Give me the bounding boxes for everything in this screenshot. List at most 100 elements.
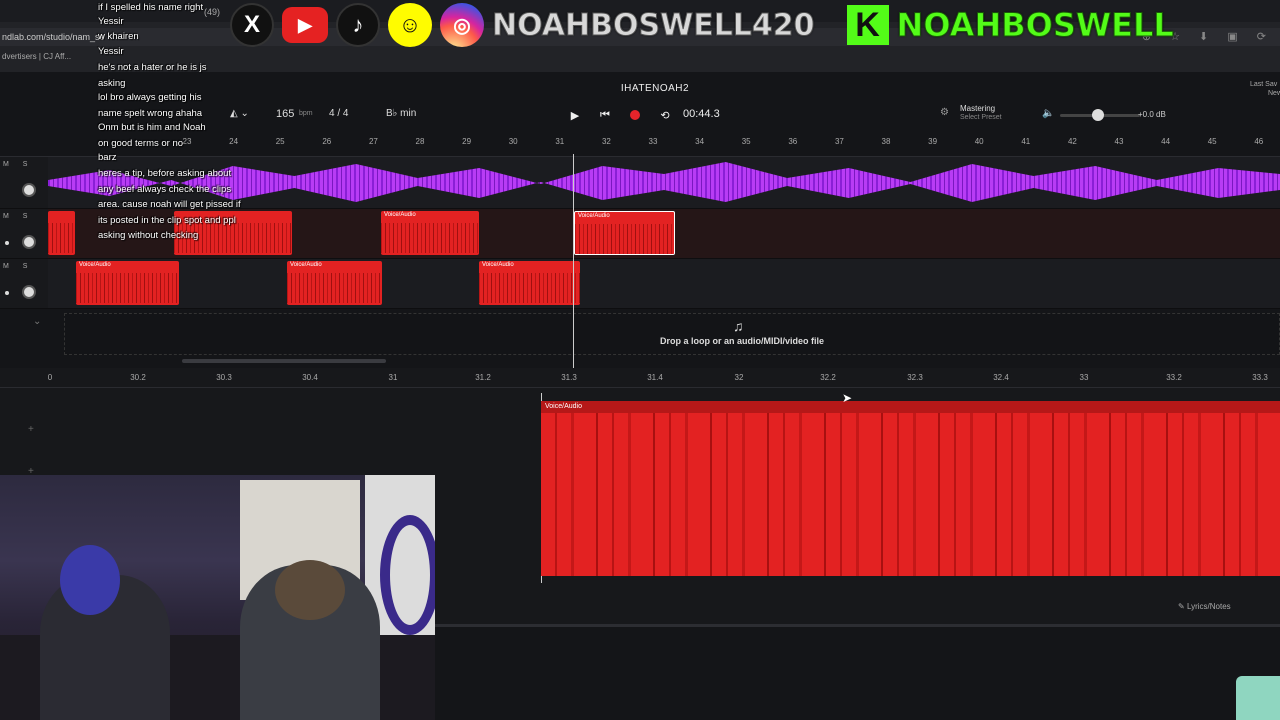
ruler-tick: 26 <box>322 137 332 146</box>
chat-text: Onm but is him and Noah on good terms or… <box>98 122 206 149</box>
person-left-hair <box>60 545 120 615</box>
record-button[interactable] <box>625 105 645 125</box>
mute-solo-buttons[interactable]: M S <box>3 263 33 270</box>
webcam-feed <box>0 475 435 720</box>
bpm-value[interactable]: 165 <box>276 108 294 120</box>
ruler-tick: 34 <box>695 137 705 146</box>
rewind-button[interactable]: ⏮ <box>595 105 615 125</box>
ruler-tick: 40 <box>974 137 984 146</box>
audio-clip[interactable]: Voice/Audio <box>287 261 382 305</box>
chat-text: heres a tip, before asking about any bee… <box>98 168 241 241</box>
tiktok-icon: ♪ <box>336 3 380 47</box>
editor-ruler-tick: 30.4 <box>302 373 318 382</box>
editor-ruler-tick: 0 <box>47 373 53 382</box>
mastering-label: Mastering <box>960 104 996 113</box>
editor-ruler-tick: 32.3 <box>907 373 923 382</box>
ruler-tick: 31 <box>555 137 565 146</box>
chat-text: Yessir <box>98 16 124 27</box>
project-title[interactable]: IHATENOAH2 <box>600 83 710 94</box>
ruler-tick: 25 <box>275 137 285 146</box>
snapchat-icon: ☺ <box>388 3 432 47</box>
track-3-header: M S <box>0 259 48 308</box>
editor-audio-clip[interactable]: Voice/Audio <box>541 401 1280 576</box>
ruler-tick: 27 <box>368 137 378 146</box>
mastering-preset: Select Preset <box>960 114 1002 121</box>
ruler-tick: 43 <box>1114 137 1124 146</box>
track-volume-knob[interactable] <box>22 285 36 299</box>
lyrics-notes-button[interactable]: ✎ Lyrics/Notes <box>1178 602 1231 611</box>
ruler-tick: 42 <box>1067 137 1077 146</box>
lyrics-notes-label: Lyrics/Notes <box>1186 602 1231 611</box>
mouse-cursor-icon: ➤ <box>842 391 853 405</box>
music-note-icon: ♫ <box>733 318 744 334</box>
kick-handle: NOAHBOSWELL <box>896 6 1174 45</box>
ruler-tick: 46 <box>1254 137 1264 146</box>
record-arm-dot[interactable] <box>5 291 9 295</box>
loop-button[interactable]: ⟲ <box>655 105 675 125</box>
horizontal-scrollbar[interactable] <box>182 359 386 363</box>
audio-clip-selected[interactable]: Voice/Audio <box>574 211 675 255</box>
playhead[interactable] <box>573 154 574 368</box>
editor-ruler-tick: 31.2 <box>475 373 491 382</box>
mastering-button[interactable]: ⚙ Mastering Select Preset <box>940 104 1002 122</box>
clip-label: Voice/Audio <box>290 262 322 268</box>
record-arm-dot[interactable] <box>5 241 9 245</box>
last-saved: Last Sav New <box>1250 80 1280 98</box>
time-display: 00:44.3 <box>683 108 720 120</box>
social-handle: NOAHBOSWELL420 <box>492 7 816 43</box>
volume-knob[interactable] <box>1092 109 1104 121</box>
bpm-unit: bpm <box>299 110 313 117</box>
clip-label: Voice/Audio <box>578 213 610 219</box>
ruler-tick: 36 <box>788 137 798 146</box>
clip-label: Voice/Audio <box>482 262 514 268</box>
ruler-tick: 32 <box>601 137 611 146</box>
audio-clip[interactable]: Voice/Audio <box>479 261 580 305</box>
audio-clip[interactable]: Voice/Audio <box>381 211 479 255</box>
transport-controls: ▶ ⏮ ⟲ <box>565 104 675 126</box>
editor-waveform <box>541 413 1280 576</box>
editor-ruler-tick: 32 <box>734 373 744 382</box>
ruler-tick: 41 <box>1021 137 1031 146</box>
time-sig-denominator: 4 <box>342 108 349 119</box>
speaker-icon[interactable]: 🔈 <box>1042 108 1054 119</box>
master-volume-db: +0.0 dB <box>1138 110 1166 119</box>
time-sig-numerator: 4 <box>329 108 335 119</box>
editor-ruler-tick: 33 <box>1079 373 1089 382</box>
chat-text: Yessir <box>98 46 124 57</box>
drop-zone-text: Drop a loop or an audio/MIDI/video file <box>659 336 824 346</box>
chat-text: lol bro always getting his name spelt wr… <box>98 92 203 119</box>
screen: (49) ndlab.com/studio/nam_se dvertisers … <box>0 0 1280 720</box>
youtube-icon: ▶ <box>282 7 328 43</box>
editor-ruler-tick: 31.4 <box>647 373 663 382</box>
editor-ruler-tick: 30.3 <box>216 373 232 382</box>
clip-label: Voice/Audio <box>384 212 416 218</box>
play-button[interactable]: ▶ <box>565 105 585 125</box>
editor-ruler-tick: 31.3 <box>561 373 577 382</box>
editor-ruler-tick: 30.2 <box>130 373 146 382</box>
stream-chat-overlay: if I spelled his name right Yessir w khair… <box>0 0 241 241</box>
ruler-tick: 35 <box>741 137 751 146</box>
instagram-icon: ◎ <box>440 3 484 47</box>
ruler-tick: 37 <box>834 137 844 146</box>
audio-clip[interactable]: Voice/Audio <box>76 261 179 305</box>
ruler-tick: 30 <box>508 137 518 146</box>
key-selector[interactable]: B♭ min <box>386 108 416 119</box>
drop-zone[interactable] <box>64 313 1280 355</box>
last-saved-label: Last Sav <box>1250 81 1278 88</box>
editor-divider <box>435 624 1280 627</box>
chevron-down-icon[interactable]: ⌄ <box>33 316 41 327</box>
add-icon[interactable]: + <box>28 424 34 435</box>
person-right-head <box>275 560 345 620</box>
record-icon <box>630 110 640 120</box>
editor-ruler[interactable]: 0 30.2 30.3 30.4 31 31.2 31.3 31.4 32 32.2 32.3 32.… <box>0 368 1280 388</box>
editor-ruler-tick: 33.2 <box>1166 373 1182 382</box>
ruler-tick: 28 <box>415 137 425 146</box>
time-signature[interactable]: 4 / 4 <box>329 108 348 119</box>
social-banner: X ▶ ♪ ☺ ◎ NOAHBOSWELL420 K NOAHBOSWELL <box>230 0 1174 50</box>
editor-clip-label: Voice/Audio <box>545 403 582 410</box>
ruler-tick: 29 <box>462 137 472 146</box>
editor-ruler-tick: 32.4 <box>993 373 1009 382</box>
master-volume-slider[interactable] <box>1060 109 1140 121</box>
mastering-icon: ⚙ <box>940 107 949 118</box>
ruler-tick: 44 <box>1161 137 1171 146</box>
